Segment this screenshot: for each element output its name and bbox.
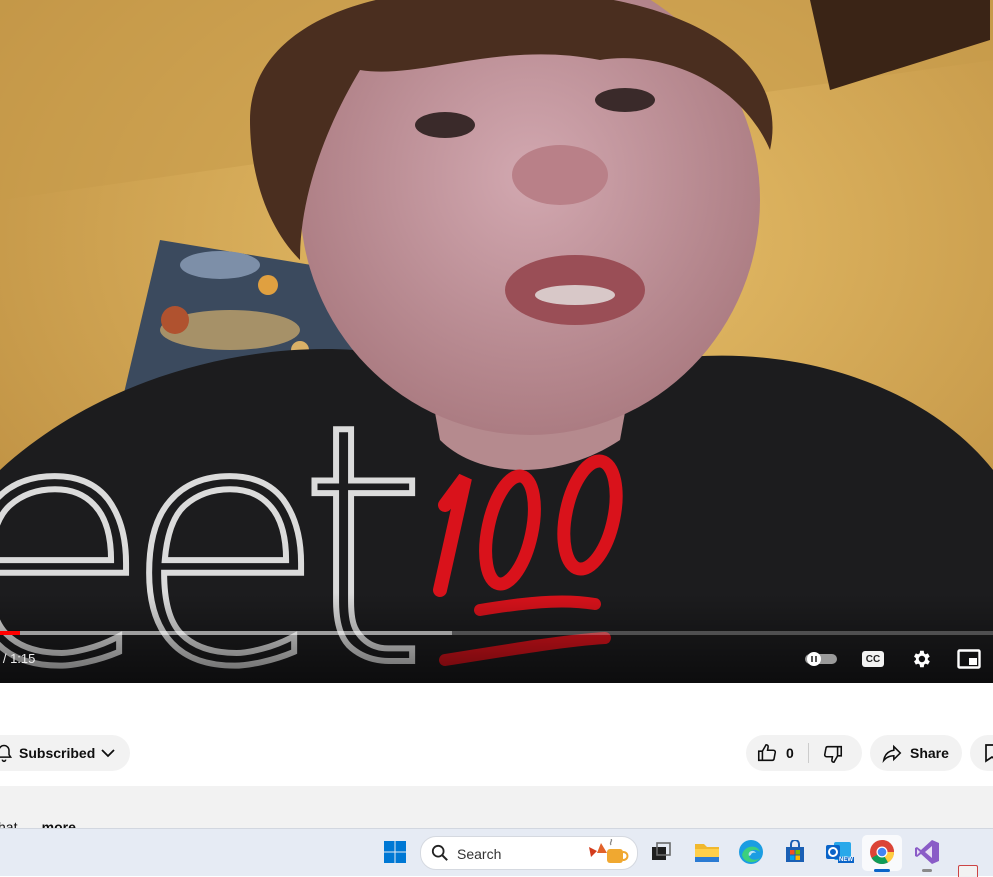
toggle-icon [805,652,837,666]
taskbar-search-box[interactable]: Search [420,836,638,870]
bell-icon [0,744,13,763]
windows-taskbar: Search NEW [0,828,993,877]
subscribed-button[interactable]: Subscribed [0,735,130,771]
progress-buffered [0,631,452,635]
edge-icon [739,840,763,864]
start-button[interactable] [380,837,410,867]
task-view-icon [652,842,671,860]
captions-button[interactable]: CC [858,645,888,673]
visual-studio-icon [915,840,939,864]
channel-actions-row: Subscribed 0 Share [0,735,993,771]
outlook-new-badge: NEW [838,857,854,863]
progress-bar[interactable] [0,631,993,635]
active-app-indicator [874,869,890,872]
share-button[interactable]: Share [870,735,962,771]
store-icon [786,840,804,862]
time-display: 1 / 1:15 [0,651,36,666]
task-view-button[interactable] [646,837,676,867]
gear-icon [914,650,930,668]
search-placeholder: Search [457,846,502,862]
share-label: Share [910,745,949,761]
edge-browser-button[interactable] [736,837,766,867]
windows-logo-icon [384,841,406,863]
chrome-button[interactable] [867,837,897,867]
folder-icon [695,844,719,862]
save-button[interactable] [970,735,993,771]
cc-icon: CC [862,651,884,667]
visual-studio-button[interactable] [912,837,942,867]
autoplay-toggle[interactable] [802,645,840,673]
share-icon [882,744,902,763]
progress-played [0,631,20,635]
subscribed-label: Subscribed [19,745,96,761]
notification-area-icon[interactable] [958,865,978,877]
chevron-down-icon [101,749,115,758]
like-count: 0 [786,745,794,761]
miniplayer-button[interactable] [954,645,984,673]
bookmark-icon [985,744,993,763]
file-explorer-button[interactable] [692,837,722,867]
like-dislike-group: 0 [746,735,862,771]
weather-widget-icon [589,839,629,863]
controls-gradient [0,593,993,683]
taskbar-overflow-indicator [922,869,932,872]
captions-label: CC [865,653,881,665]
miniplayer-icon [957,649,981,669]
chrome-icon [870,840,894,865]
microsoft-store-button[interactable] [780,837,810,867]
video-player[interactable]: eet 1 / 1:15 CC [0,0,993,683]
search-icon [431,844,448,861]
thumbs-up-icon [757,743,777,762]
thumbs-down-icon [823,745,843,764]
like-button[interactable]: 0 [746,735,808,771]
settings-button[interactable] [906,645,936,673]
outlook-new-button[interactable]: NEW [824,837,854,867]
dislike-button[interactable] [809,735,862,771]
